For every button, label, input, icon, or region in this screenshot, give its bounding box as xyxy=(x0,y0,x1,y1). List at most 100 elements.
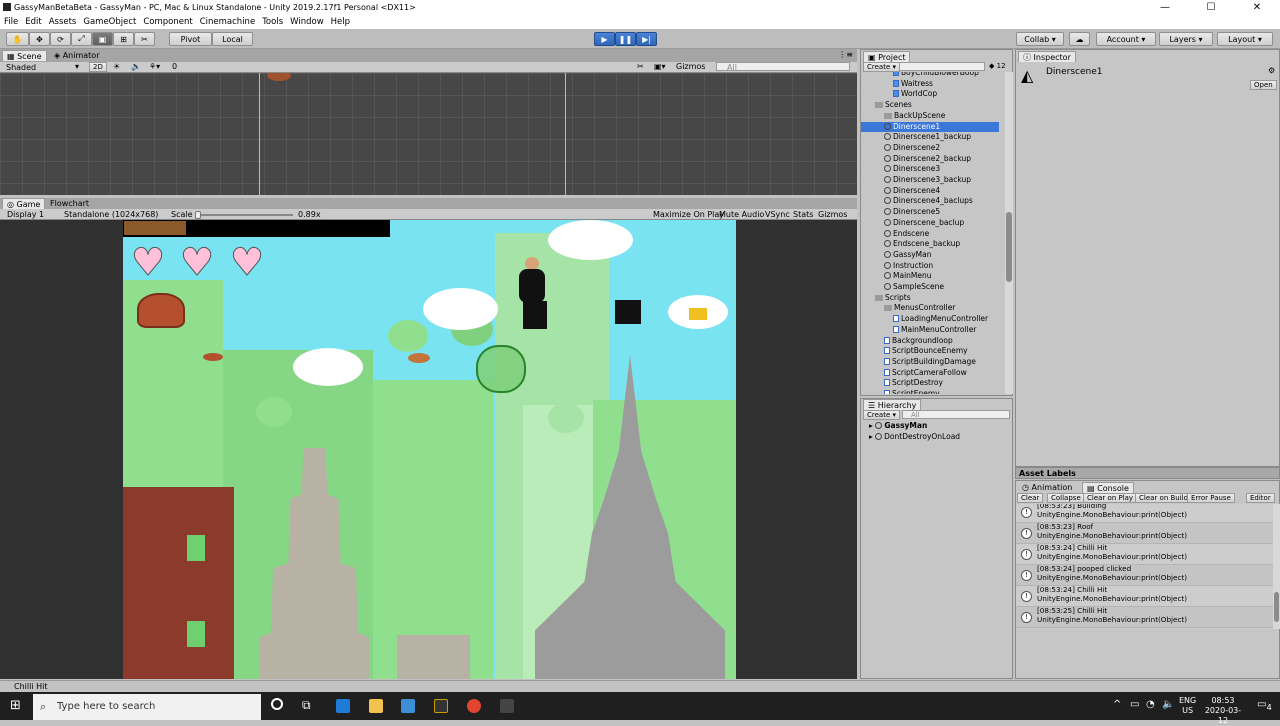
project-item[interactable]: LoadingMenuController xyxy=(861,314,1001,325)
console-entry[interactable]: ! [08:53:24] pooped clicked UnityEngine.Mo… xyxy=(1016,564,1273,586)
2d-toggle[interactable]: 2D xyxy=(89,62,107,72)
maximize-on-play-toggle[interactable]: Maximize On Play xyxy=(653,210,724,219)
console-collapse-button[interactable]: Collapse xyxy=(1047,493,1085,503)
hierarchy-search-input[interactable]: All xyxy=(902,410,1010,419)
project-item[interactable]: Scripts xyxy=(861,293,1001,304)
project-item[interactable]: Dinerscene3 xyxy=(861,164,1001,175)
menu-gameobject[interactable]: GameObject xyxy=(83,17,136,27)
scene-search-input[interactable]: All xyxy=(716,62,850,72)
vsync-toggle[interactable]: VSync xyxy=(765,210,790,219)
windows-start-icon[interactable]: ⊞ xyxy=(10,699,21,713)
clock[interactable]: 08:53 2020-03-12 xyxy=(1201,696,1245,726)
project-item[interactable]: ScriptBuildingDamage xyxy=(861,357,1001,368)
pause-button-icon[interactable]: ❚❚ xyxy=(615,32,636,46)
camera-icon[interactable]: ▣▾ xyxy=(654,62,666,71)
project-item[interactable]: ScriptCameraFollow xyxy=(861,368,1001,379)
project-item[interactable]: ScriptEnemy xyxy=(861,389,1001,394)
menu-assets[interactable]: Assets xyxy=(49,17,77,27)
project-item[interactable]: Dinerscene4 xyxy=(861,186,1001,197)
network-icon[interactable]: ▭ xyxy=(1130,699,1139,710)
audio-toggle-icon[interactable]: 🔈 xyxy=(131,62,141,71)
console-entry[interactable]: ! [08:53:24] Chilli Hit UnityEngine.MonoBe… xyxy=(1016,543,1273,565)
tools-icon[interactable]: ✂ xyxy=(637,62,644,71)
project-item[interactable]: Dinerscene4_baclups xyxy=(861,196,1001,207)
project-item[interactable]: Waitress xyxy=(861,79,1001,90)
project-item[interactable]: Instruction xyxy=(861,261,1001,272)
layers-dropdown[interactable]: Layers ▾ xyxy=(1159,32,1213,46)
console-clear-on-build-button[interactable]: Clear on Build xyxy=(1135,493,1193,503)
effects-toggle-icon[interactable]: ⚘▾ xyxy=(149,62,160,71)
scene-viewport[interactable] xyxy=(0,73,857,195)
local-toggle[interactable]: Local xyxy=(212,32,253,46)
project-item[interactable]: Endscene xyxy=(861,229,1001,240)
inspector-open-button[interactable]: Open xyxy=(1250,80,1277,90)
custom-tool-icon[interactable]: ✂ xyxy=(134,32,155,46)
move-tool-icon[interactable]: ✥ xyxy=(29,32,50,46)
tab-game[interactable]: ◎ Game xyxy=(2,198,46,209)
console-scrollbar-thumb[interactable] xyxy=(1274,592,1279,622)
project-item[interactable]: Dinerscene2_backup xyxy=(861,154,1001,165)
menu-tools[interactable]: Tools xyxy=(262,17,283,27)
console-clear-button[interactable]: Clear xyxy=(1017,493,1044,503)
console-clear-on-play-button[interactable]: Clear on Play xyxy=(1083,493,1138,503)
pivot-toggle[interactable]: Pivot xyxy=(169,32,212,46)
scale-slider[interactable] xyxy=(195,211,293,219)
language-indicator[interactable]: ENG US xyxy=(1179,696,1196,716)
layout-dropdown[interactable]: Layout ▾ xyxy=(1217,32,1273,46)
store-icon[interactable] xyxy=(401,699,415,713)
menu-cinemachine[interactable]: Cinemachine xyxy=(200,17,255,27)
project-item[interactable]: Dinerscene3_backup xyxy=(861,175,1001,186)
rect-tool-icon[interactable]: ▣ xyxy=(92,32,113,46)
menu-window[interactable]: Window xyxy=(290,17,324,27)
project-item[interactable]: MenusController xyxy=(861,303,1001,314)
project-item[interactable]: Dinerscene5 xyxy=(861,207,1001,218)
hierarchy-item[interactable]: ▸ DontDestroyOnLoad xyxy=(869,432,1009,443)
project-item[interactable]: WorldCop xyxy=(861,89,1001,100)
collab-dropdown[interactable]: Collab ▾ xyxy=(1016,32,1064,46)
rotate-tool-icon[interactable]: ⟳ xyxy=(50,32,71,46)
hierarchy-create-button[interactable]: Create ▾ xyxy=(863,410,901,420)
volume-icon[interactable]: 🔈 xyxy=(1162,699,1174,710)
tab-flowchart[interactable]: Flowchart xyxy=(46,198,93,209)
project-item[interactable]: GassyMan xyxy=(861,250,1001,261)
project-item[interactable]: ScriptDestroy xyxy=(861,378,1001,389)
unity-taskbar-icon[interactable] xyxy=(500,699,514,713)
play-button-icon[interactable]: ▶ xyxy=(594,32,615,46)
menu-help[interactable]: Help xyxy=(331,17,350,27)
cloud-icon[interactable]: ☁ xyxy=(1069,32,1090,46)
mute-audio-toggle[interactable]: Mute Audio xyxy=(719,210,764,219)
display-dropdown[interactable]: Display 1 xyxy=(7,210,44,219)
tab-hierarchy[interactable]: ☰ Hierarchy xyxy=(863,399,922,410)
account-dropdown[interactable]: Account ▾ xyxy=(1096,32,1156,46)
menu-file[interactable]: File xyxy=(4,17,18,27)
console-entry[interactable]: ! [08:53:23] Building UnityEngine.MonoBeha… xyxy=(1016,504,1273,523)
taskbar-search-input[interactable]: ⌕ Type here to search xyxy=(33,694,261,720)
shading-mode-dropdown[interactable]: Shaded xyxy=(6,63,36,72)
project-scrollbar[interactable] xyxy=(1005,72,1013,394)
tab-animation[interactable]: ◷ Animation xyxy=(1018,482,1076,493)
inspector-settings-icon[interactable]: ⚙ xyxy=(1268,66,1275,75)
chrome-icon[interactable] xyxy=(467,699,481,713)
game-viewport[interactable]: ♥ ♥ ♥ xyxy=(123,220,736,679)
asset-labels-bar[interactable]: Asset Labels xyxy=(1015,467,1280,479)
project-item[interactable]: MainMenuController xyxy=(861,325,1001,336)
maximize-button[interactable]: ☐ xyxy=(1188,0,1234,15)
task-view-icon[interactable]: ⧉ xyxy=(302,698,311,713)
close-button[interactable]: ✕ xyxy=(1234,0,1280,15)
project-item[interactable]: Dinerscene2 xyxy=(861,143,1001,154)
project-scrollbar-thumb[interactable] xyxy=(1006,212,1012,282)
scale-slider-handle[interactable] xyxy=(195,211,201,219)
tab-scene[interactable]: ▦ Scene xyxy=(2,50,47,61)
gizmos-dropdown[interactable]: Gizmos xyxy=(676,62,705,71)
lighting-toggle-icon[interactable]: ☀ xyxy=(113,62,120,71)
panel-menu-icon[interactable]: ⋮≡ xyxy=(838,50,853,59)
tab-animator[interactable]: ◈ Animator xyxy=(50,50,103,61)
project-item[interactable]: BoyChildBlowerBoop xyxy=(861,72,1001,79)
project-item[interactable]: Dinerscene1_backup xyxy=(861,132,1001,143)
edge-browser-icon[interactable] xyxy=(336,699,350,713)
console-editor-dropdown[interactable]: Editor xyxy=(1246,493,1275,503)
cortana-icon[interactable] xyxy=(271,698,283,710)
project-create-button[interactable]: Create ▾ xyxy=(863,62,901,72)
tab-console[interactable]: ▤ Console xyxy=(1082,482,1134,493)
resolution-dropdown[interactable]: Standalone (1024x768) xyxy=(64,210,158,219)
